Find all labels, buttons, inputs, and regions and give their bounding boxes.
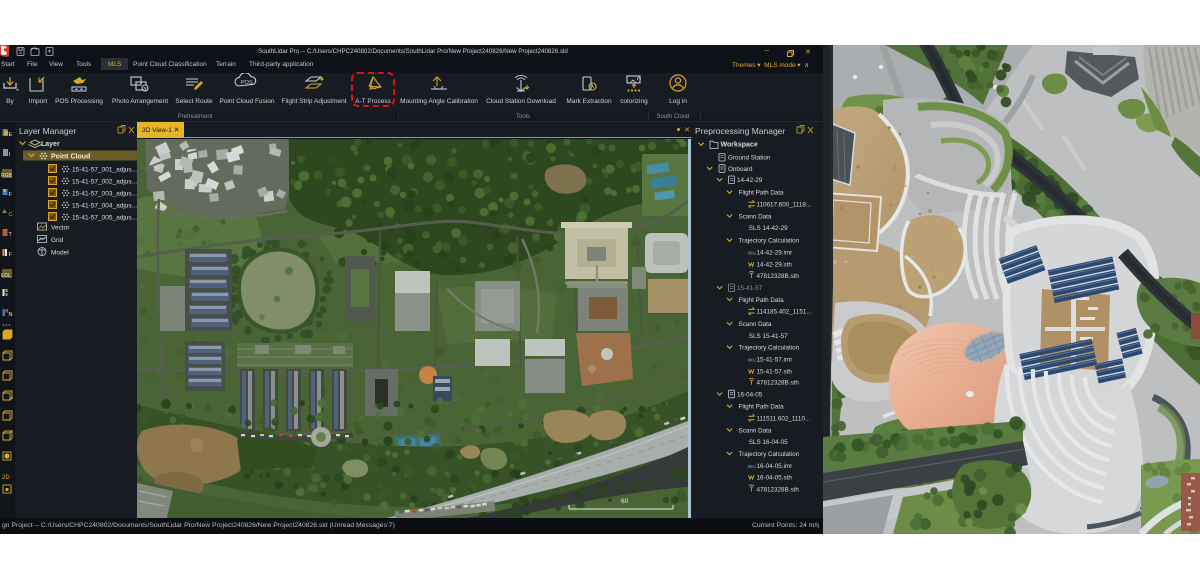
svg-text:14-42-29.sth: 14-42-29.sth (757, 262, 793, 269)
svg-text:IMU: IMU (748, 464, 756, 469)
svg-text:IMU: IMU (748, 251, 756, 256)
svg-text:C: C (9, 212, 13, 218)
svg-text:2D: 2D (2, 475, 10, 481)
svg-text:Scann Data: Scann Data (739, 427, 772, 434)
svg-text:111511.602_1110...: 111511.602_1110... (757, 415, 811, 422)
svg-text:EDL: EDL (1, 273, 11, 279)
svg-text:110617.600_1118...: 110617.600_1118... (757, 201, 812, 208)
svg-text:Flight Path Data: Flight Path Data (739, 297, 785, 304)
svg-text:I: I (9, 152, 11, 158)
svg-text:Flight Path Data: Flight Path Data (739, 190, 785, 197)
svg-text:Vector: Vector (51, 225, 70, 232)
svg-text:E: E (9, 132, 13, 138)
svg-text:Trajectory Calculation: Trajectory Calculation (739, 451, 800, 458)
svg-text:Flight Path Data: Flight Path Data (739, 404, 785, 411)
svg-text:15-41-57.sth: 15-41-57.sth (757, 369, 793, 376)
svg-text:15-41-57_001_adjus...: 15-41-57_001_adjus... (72, 167, 137, 174)
svg-text:15-41-57_005_adjus...: 15-41-57_005_adjus... (72, 215, 137, 222)
svg-text:SLS 16-04-05: SLS 16-04-05 (749, 439, 788, 446)
svg-text:N: N (9, 312, 13, 318)
svg-text:60: 60 (621, 498, 629, 505)
svg-text:F: F (9, 252, 13, 258)
svg-text:47812328B.sth: 47812328B.sth (757, 273, 800, 280)
svg-text:Onboard: Onboard (728, 166, 753, 173)
svg-text:47812328B.sth: 47812328B.sth (757, 380, 800, 387)
svg-text:Trajectory Calculation: Trajectory Calculation (739, 345, 800, 352)
svg-text:Ground Station: Ground Station (728, 155, 771, 162)
svg-text:Scann Data: Scann Data (739, 321, 772, 328)
svg-text:14-42-29: 14-42-29 (737, 177, 763, 184)
svg-text:15-41-57_002_adjus...: 15-41-57_002_adjus... (72, 179, 137, 186)
svg-text:POS: POS (241, 80, 253, 86)
svg-text:IMU: IMU (748, 357, 756, 362)
svg-text:F: F (9, 192, 13, 198)
svg-text:Layer: Layer (41, 141, 60, 148)
svg-text:47812328B.sth: 47812328B.sth (757, 486, 800, 493)
svg-text:Grid: Grid (51, 237, 64, 244)
svg-text:16-04-05.imr: 16-04-05.imr (757, 463, 793, 470)
svg-text:T: T (9, 232, 13, 238)
svg-text:16-04-05: 16-04-05 (737, 391, 763, 398)
svg-text:15-41-57.imr: 15-41-57.imr (757, 356, 793, 363)
svg-text:Scann Data: Scann Data (739, 213, 772, 220)
svg-text:Point Cloud: Point Cloud (51, 154, 90, 161)
svg-text:SLS 14-42-29: SLS 14-42-29 (749, 225, 788, 232)
svg-text:RGB: RGB (1, 173, 13, 179)
svg-text:16-04-05.sth: 16-04-05.sth (757, 475, 793, 482)
svg-text:15-41-57: 15-41-57 (737, 285, 763, 292)
svg-text:15-41-57_003_adjus...: 15-41-57_003_adjus... (72, 191, 137, 198)
svg-text:Model: Model (51, 250, 69, 257)
svg-text:14-42-29.imr: 14-42-29.imr (757, 250, 793, 257)
svg-text:Workspace: Workspace (721, 142, 758, 149)
svg-text:114185.402_1151...: 114185.402_1151... (757, 309, 812, 316)
svg-text:SLS 15-41-57: SLS 15-41-57 (749, 333, 788, 340)
svg-text:15-41-57_004_adjus...: 15-41-57_004_adjus... (72, 203, 137, 210)
svg-text:Trajectory Calculation: Trajectory Calculation (739, 238, 800, 245)
